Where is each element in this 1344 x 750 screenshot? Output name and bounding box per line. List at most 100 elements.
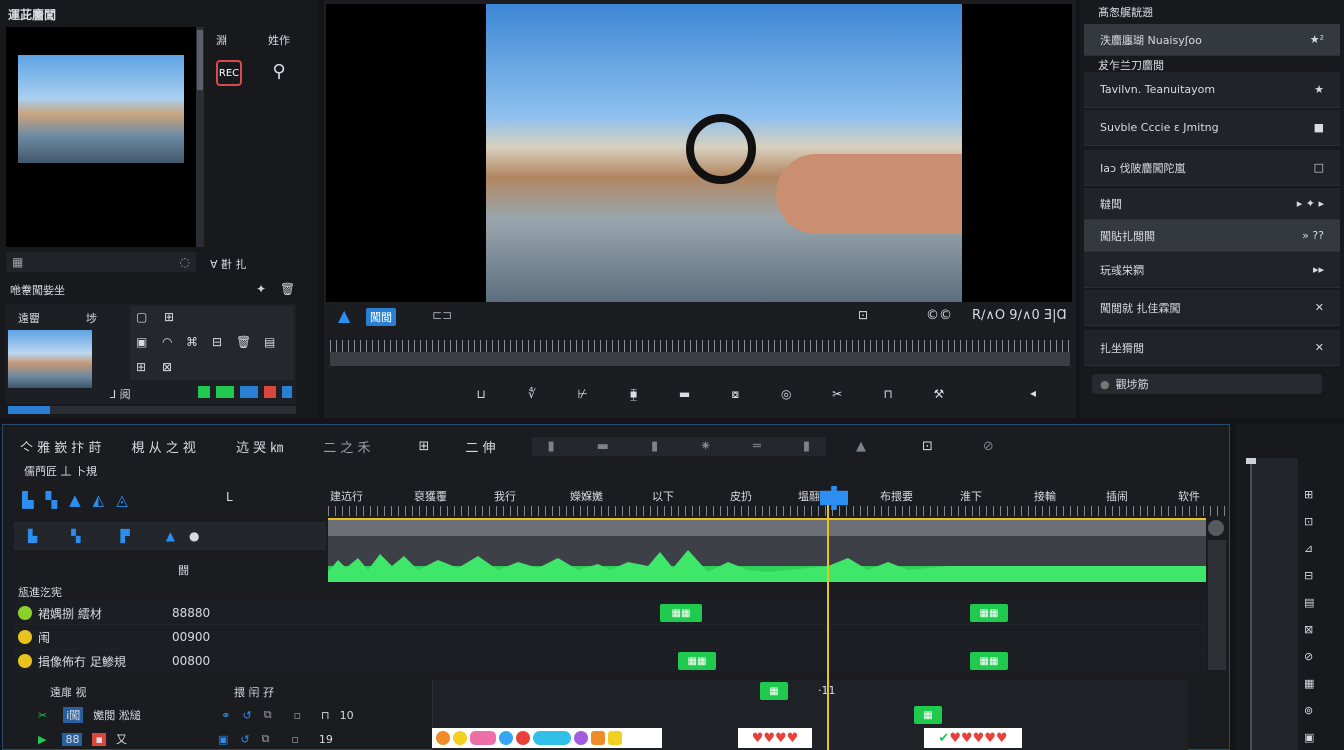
mark-icon[interactable]: ∜	[521, 383, 543, 405]
clip-chip[interactable]: ▦▦	[970, 652, 1008, 670]
link-icon[interactable]: ⌘	[186, 335, 198, 349]
note-icon[interactable]: ⊞	[164, 310, 174, 324]
bottom-row[interactable]: ✂ ⅰ闖 嬔閲 淞縋 ⚭ ↺ ⧉ ▫ ⊓ 10	[38, 706, 354, 724]
effect-item[interactable]: 玩彧栄閷 ▸▸	[1084, 252, 1340, 288]
playhead-line[interactable]	[827, 496, 829, 750]
pin-icon[interactable]: ✦	[256, 282, 266, 296]
media-clip-thumbnail[interactable]	[8, 330, 92, 388]
green-square-b[interactable]	[216, 386, 234, 398]
effect-item[interactable]: Tavilvn. Teanuitayom ★	[1084, 72, 1340, 108]
toolbar-b[interactable]: 梘 从 之 视	[132, 437, 196, 456]
snapshot-icon[interactable]: ⊡	[922, 439, 933, 454]
tool-6-icon[interactable]: ⊠	[1304, 623, 1328, 636]
crop-icon[interactable]: ⊬	[572, 383, 594, 405]
video-frame[interactable]	[486, 4, 962, 302]
record-icon[interactable]: REC	[216, 60, 242, 86]
minus-icon[interactable]: ═	[753, 439, 761, 454]
toolbar-d[interactable]: 二 之 禾	[323, 437, 370, 456]
tool-a-icon[interactable]: ▙	[22, 491, 34, 509]
timeline-ruler[interactable]	[328, 506, 1226, 516]
effect-item[interactable]: 韃闆 ▸ ✦ ▸	[1084, 188, 1340, 220]
dot-icon[interactable]: ▫	[291, 733, 298, 746]
tool-8-icon[interactable]: ▦	[1304, 677, 1328, 690]
bell-icon[interactable]: ▲	[856, 439, 866, 454]
effect-item[interactable]: 闖閲就 扎佳霖闖 ✕	[1084, 290, 1340, 326]
blue-square[interactable]	[240, 386, 258, 398]
tool-2-icon[interactable]: ⊡	[1304, 515, 1328, 528]
toolbar-c[interactable]: 迒 哭 ㎞	[236, 437, 283, 456]
thumbnail-scrollbar-thumb[interactable]	[197, 30, 203, 90]
speaker-icon[interactable]: ◂	[1030, 386, 1036, 400]
sticker-clip[interactable]: ♥♥♥♥	[738, 728, 812, 748]
dot-icon[interactable]: ▫	[294, 709, 301, 722]
loop-icon[interactable]: ↺	[240, 733, 249, 746]
sticker-clip[interactable]: ✔ ♥♥♥♥♥	[924, 728, 1022, 748]
tool-1-icon[interactable]: ⊞	[1304, 488, 1328, 501]
grid2-icon[interactable]: ⊞	[136, 360, 146, 374]
tool-h-icon[interactable]: ▛	[120, 529, 129, 543]
tool-d-icon[interactable]: ◭	[93, 491, 105, 509]
toolbar-a[interactable]: 亽 雅 嶔 抃 莳	[20, 437, 102, 456]
lock-icon[interactable]: ⊟	[212, 335, 222, 349]
insert-icon[interactable]: ⧇	[724, 383, 746, 405]
link-icon[interactable]: ⊘	[983, 439, 994, 454]
red-square[interactable]	[264, 386, 276, 398]
audio-meter[interactable]	[1250, 458, 1298, 750]
scroll-knob[interactable]	[1208, 520, 1224, 536]
viewer-scrubber[interactable]	[330, 340, 1070, 352]
sync-icon[interactable]: ✂	[38, 709, 47, 722]
lift-icon[interactable]: ⧯	[623, 383, 645, 405]
tool-j-icon[interactable]: ●	[189, 529, 199, 543]
toolbar-f[interactable]: 二 伸	[465, 437, 495, 456]
media-scroll-thumb[interactable]	[8, 406, 50, 414]
video-track-bar[interactable]	[328, 518, 1206, 536]
link-icon[interactable]: ⚭	[221, 709, 230, 722]
tool-e-icon[interactable]: ◬	[116, 491, 128, 509]
track-row[interactable]: 闱 00900	[18, 628, 210, 646]
clip-chip[interactable]: ▦▦	[678, 652, 716, 670]
clip-chip[interactable]: ▦	[914, 706, 942, 724]
tool-7-icon[interactable]: ⊘	[1304, 650, 1328, 663]
star-icon[interactable]: ✷	[700, 439, 711, 454]
tool-5-icon[interactable]: ▤	[1304, 596, 1328, 609]
loop-icon[interactable]: ↺	[243, 709, 252, 722]
tool-f-icon[interactable]: ▙	[28, 529, 37, 543]
export-icon[interactable]: ⊓	[877, 383, 899, 405]
track-row[interactable]: 裙媀捌 繧材 88880	[18, 604, 210, 622]
clip-icon[interactable]: ▮	[548, 439, 555, 454]
overwrite-icon[interactable]: ◎	[775, 383, 797, 405]
tool-b-icon[interactable]: ▚	[46, 491, 58, 509]
flag-icon[interactable]: ⊓	[321, 709, 330, 722]
export-frame-icon[interactable]: ⊡	[858, 308, 868, 322]
clip-icon[interactable]: ▬	[674, 383, 696, 405]
box-icon[interactable]: ▬	[597, 439, 609, 454]
toolbar-e[interactable]: ⊞	[418, 439, 429, 454]
rotate-icon[interactable]: ◠	[162, 335, 172, 349]
bottom-row[interactable]: ▶ 88 ▪ 又 ▣ ↺ ⧉ ▫ 19	[38, 730, 333, 748]
tool-3-icon[interactable]: ⊿	[1304, 542, 1328, 555]
box-icon[interactable]: ▢	[136, 310, 147, 324]
film-icon[interactable]: ▣	[136, 335, 147, 349]
clip-chip[interactable]: ▦▦	[970, 604, 1008, 622]
search-icon[interactable]: ⚲	[268, 60, 290, 82]
wrench-icon[interactable]: ⚒	[928, 383, 950, 405]
media-scroll[interactable]	[8, 406, 296, 414]
tool-9-icon[interactable]: ⊚	[1304, 704, 1328, 717]
play-icon[interactable]: ▶	[38, 733, 46, 746]
grid-icon[interactable]: ▦	[12, 255, 23, 269]
viewer-scrub-track[interactable]	[330, 352, 1070, 366]
effect-item[interactable]: 泆麕廛瑚 Nuaisyʃoo ★²	[1084, 24, 1340, 56]
zoom-label[interactable]: ©©	[926, 308, 952, 323]
tool-i-icon[interactable]: ▲	[166, 529, 175, 543]
layers-icon[interactable]: ⊠	[162, 360, 172, 374]
razor-icon[interactable]: ✂	[826, 383, 848, 405]
track-area-scrollbar[interactable]	[1208, 540, 1226, 670]
effect-item[interactable]: Iaɔ 伐陂麕闖陀嵐 □	[1084, 150, 1340, 186]
track-row[interactable]: 揖像佈冇 足鯵規 00800	[18, 652, 210, 670]
blue-square-b[interactable]	[282, 386, 292, 398]
in-point-icon[interactable]: ⊔	[470, 383, 492, 405]
delete-icon[interactable]: 🗑	[236, 335, 251, 349]
green-square-a[interactable]	[198, 386, 210, 398]
folder-icon[interactable]: ▮	[803, 439, 810, 454]
effect-item[interactable]: Suvble Cccie ε Jmitng ■	[1084, 110, 1340, 146]
